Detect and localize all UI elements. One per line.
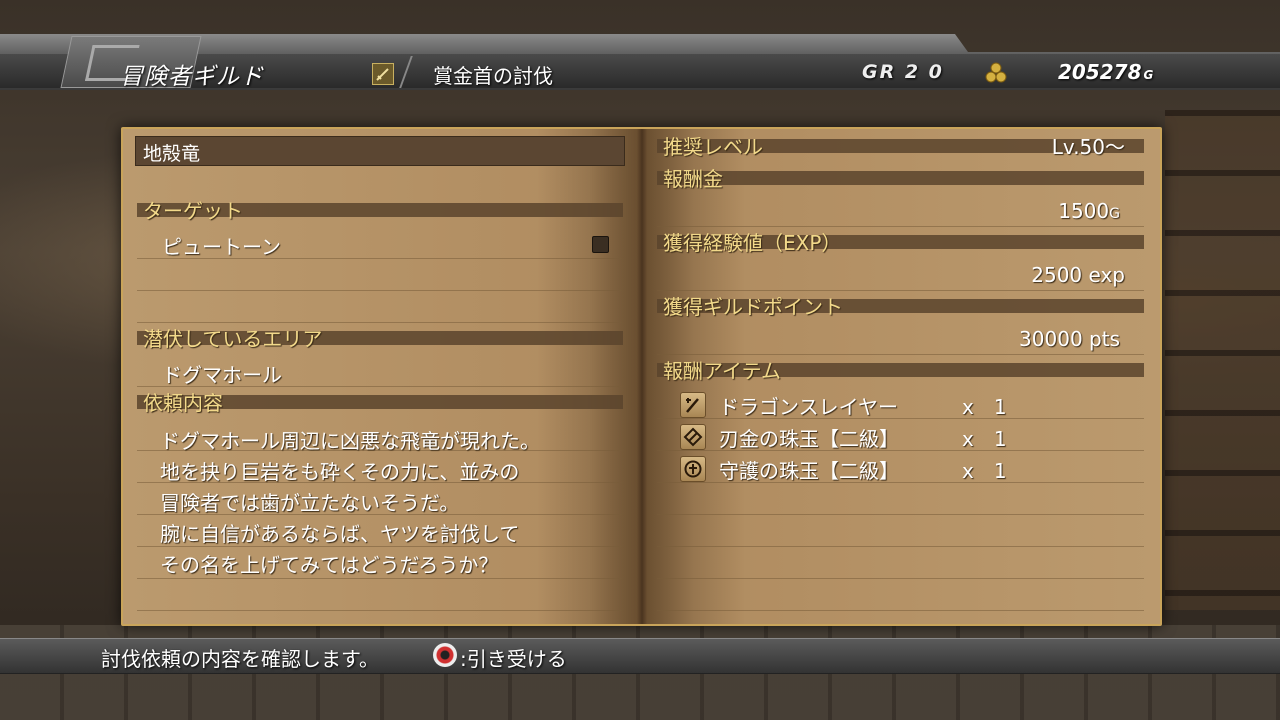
- description-line: その名を上げてみてはどうだろうか？: [160, 553, 499, 577]
- target-header: ターゲット: [143, 199, 243, 223]
- quest-category-title: 賞金首の討伐: [433, 64, 553, 88]
- reward-item-name: ドラゴンスレイヤー: [719, 395, 898, 419]
- blade-gem-icon: [680, 424, 706, 450]
- description-line: ドグマホール周辺に凶悪な飛竜が現れた。: [160, 429, 540, 453]
- quest-title-box: [135, 136, 625, 166]
- monster-name: 地殻竜: [143, 143, 201, 165]
- reward-exp: 2500 exp: [1031, 263, 1125, 287]
- reward-item-name: 守護の珠玉【二級】: [719, 459, 899, 483]
- background-shelf: [1165, 110, 1280, 610]
- accept-quest-label[interactable]: :引き受ける: [460, 643, 567, 672]
- recommended-level: Lv.50～: [1051, 135, 1125, 159]
- quest-type-sword-icon: [372, 63, 394, 85]
- guild-rank: GR 2 0: [862, 61, 944, 83]
- exp-header: 獲得経験値（EXP）: [663, 231, 842, 255]
- coin-icon: [984, 61, 1008, 85]
- description-line: 冒険者では歯が立たないそうだ。: [160, 491, 460, 515]
- guild-title: 冒険者ギルド: [120, 64, 264, 90]
- description-line: 地を抉り巨岩をも砕くその力に、並みの: [160, 460, 520, 484]
- request-header: 依頼内容: [143, 391, 223, 415]
- target-checkbox: [592, 236, 609, 253]
- help-text: 討伐依頼の内容を確認します。: [101, 647, 379, 671]
- reward-guild-points: 30000 pts: [1019, 327, 1120, 351]
- area-header: 潜伏しているエリア: [143, 327, 323, 351]
- reward-item-name: 刃金の珠玉【二級】: [719, 427, 899, 451]
- area-name: ドグマホール: [162, 363, 282, 387]
- reward-money-header: 報酬金: [663, 167, 723, 191]
- money-amount: 205278 G: [1058, 60, 1154, 84]
- guild-points-header: 獲得ギルドポイント: [663, 295, 843, 319]
- circle-button-icon[interactable]: [433, 643, 457, 667]
- sword-icon: [680, 392, 706, 418]
- guard-gem-icon: [680, 456, 706, 482]
- target-name: ピュートーン: [162, 235, 281, 259]
- description-line: 腕に自信があるならば、ヤツを討伐して: [160, 522, 520, 546]
- reward-item-qty: x 1: [962, 459, 1007, 483]
- book-spine: [637, 129, 647, 624]
- recommended-level-header: 推奨レベル: [663, 135, 763, 159]
- reward-item-qty: x 1: [962, 395, 1007, 419]
- top-bar: 冒険者ギルド 賞金首の討伐 GR 2 0 205278 G: [0, 34, 1280, 90]
- reward-item-qty: x 1: [962, 427, 1007, 451]
- reward-items-header: 報酬アイテム: [663, 359, 781, 383]
- reward-money: 1500G: [1058, 199, 1120, 223]
